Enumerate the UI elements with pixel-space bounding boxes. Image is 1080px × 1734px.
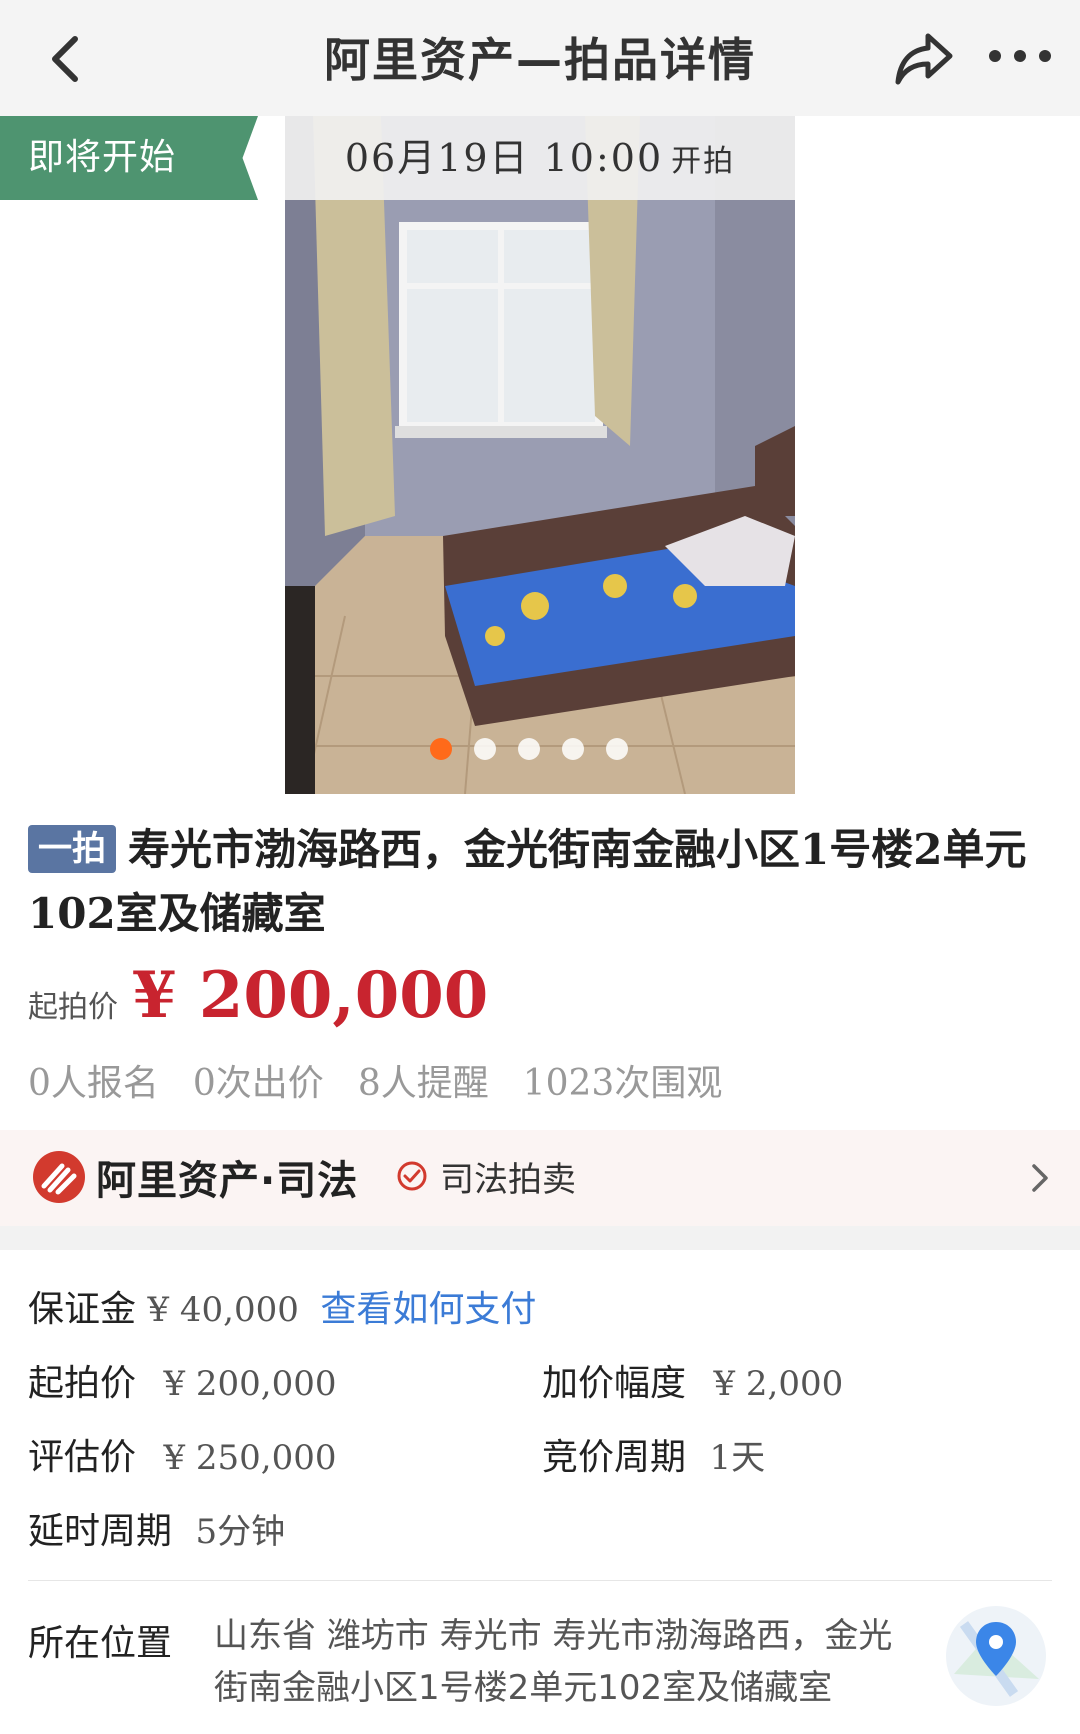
delay-row: 延时周期 5分钟: [28, 1502, 285, 1554]
gallery-dot[interactable]: [474, 738, 496, 760]
round-badge: 一拍: [28, 825, 116, 873]
start-price-value: ¥ 200,000: [163, 1364, 337, 1404]
cycle-value: 1天: [709, 1438, 766, 1478]
brand-logo-icon: [32, 1150, 86, 1204]
location-label: 所在位置: [28, 1623, 173, 1664]
item-title-text: 寿光市渤海路西，金光街南金融小区1号楼2单元102室及储藏室: [28, 825, 1027, 938]
deposit-value: ¥ 40,000: [147, 1290, 299, 1330]
photo-gallery[interactable]: [285, 116, 795, 794]
map-pin-icon[interactable]: [944, 1604, 1048, 1708]
stat-signups: 0人报名: [28, 1063, 159, 1104]
start-time: 06月19日 10:00 开拍: [285, 116, 795, 200]
location-value: 山东省 潍坊市 寿光市 寿光市渤海路西，金光街南金融小区1号楼2单元102室及储…: [214, 1616, 893, 1708]
brand-name: 阿里资产·司法: [96, 1158, 359, 1204]
increment-value: ¥ 2,000: [713, 1364, 844, 1404]
judicial-auction-label: 司法拍卖: [440, 1160, 576, 1200]
divider: [28, 1580, 1052, 1581]
gallery-dots[interactable]: [430, 738, 628, 760]
stats-row: 0人报名 0次出价 8人提醒 1023次围观: [28, 1054, 722, 1106]
start-price-label: 起拍价: [28, 1363, 137, 1404]
deposit-label: 保证金: [28, 1289, 137, 1330]
appraisal-value: ¥ 250,000: [163, 1438, 337, 1478]
increment-label: 加价幅度: [542, 1363, 687, 1404]
more-icon[interactable]: [985, 36, 1055, 76]
chevron-right-icon[interactable]: [1026, 1160, 1054, 1196]
delay-value: 5分钟: [195, 1512, 286, 1552]
gallery-dot[interactable]: [430, 738, 452, 760]
price-label: 起拍价: [28, 990, 118, 1025]
cycle-label: 竞价周期: [542, 1437, 687, 1478]
gallery-dot[interactable]: [606, 738, 628, 760]
increment-row: 加价幅度 ¥ 2,000: [542, 1354, 843, 1406]
check-circle-icon: [396, 1160, 428, 1192]
gallery-dot[interactable]: [518, 738, 540, 760]
item-title: 一拍 寿光市渤海路西，金光街南金融小区1号楼2单元102室及储藏室: [28, 818, 1048, 946]
cycle-row: 竞价周期 1天: [542, 1428, 765, 1480]
how-to-pay-link[interactable]: 查看如何支付: [320, 1289, 536, 1330]
status-label: 即将开始: [28, 137, 177, 178]
appraisal-label: 评估价: [28, 1437, 137, 1478]
appraisal-row: 评估价 ¥ 250,000: [28, 1428, 337, 1480]
room-photo: [285, 116, 795, 794]
stat-bids: 0次出价: [192, 1063, 324, 1104]
start-price: ¥ 200,000: [132, 958, 489, 1033]
stat-reminders: 8人提醒: [357, 1063, 489, 1104]
start-price-row: 起拍价 ¥ 200,000: [28, 1354, 337, 1406]
delay-label: 延时周期: [28, 1511, 173, 1552]
stat-views: 1023次围观: [522, 1063, 723, 1104]
price-row: 起拍价 ¥ 200,000: [28, 958, 488, 1038]
gallery-dot[interactable]: [562, 738, 584, 760]
deposit-row: 保证金 ¥ 40,000 查看如何支付: [28, 1280, 536, 1332]
section-gap: [0, 1226, 1080, 1250]
share-icon[interactable]: [888, 22, 960, 94]
start-time-value: 06月19日 10:00: [344, 136, 664, 180]
start-time-suffix: 开拍: [671, 144, 736, 179]
